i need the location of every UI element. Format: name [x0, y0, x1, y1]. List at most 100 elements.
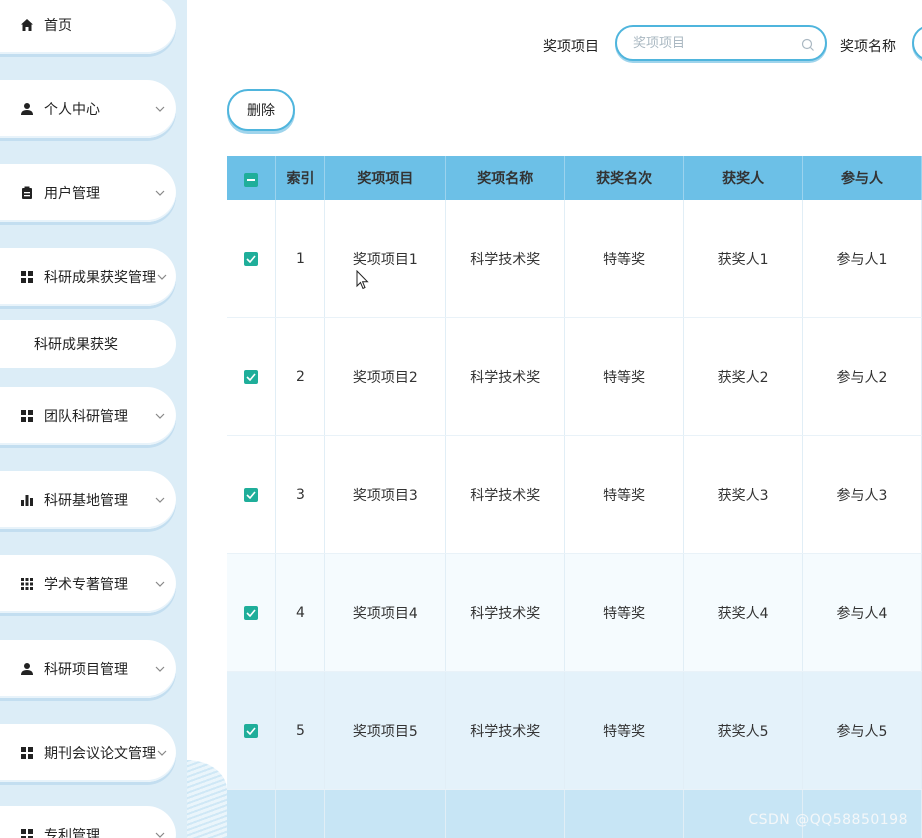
cell-project: 奖项项目1	[324, 200, 447, 318]
awards-table: 索引 奖项项目 奖项名称 获奖名次 获奖人 参与人 1 奖项项目1 科学技术奖 …	[227, 156, 922, 838]
home-icon	[20, 18, 34, 32]
table-header-row: 索引 奖项项目 奖项名称 获奖名次 获奖人 参与人	[227, 156, 922, 200]
bar-chart-icon	[20, 493, 34, 507]
cell-project: 奖项项目4	[324, 553, 447, 672]
row-checkbox[interactable]	[244, 369, 259, 384]
cell-rank: 特等奖	[564, 435, 685, 554]
cell-project: 奖项项目3	[324, 435, 447, 554]
grid-icon	[20, 746, 34, 760]
table-row[interactable]: 1 奖项项目1 科学技术奖 特等奖 获奖人1 参与人1	[227, 200, 922, 318]
search-project-input[interactable]	[631, 35, 795, 52]
cell-rank: 特等奖	[564, 317, 685, 436]
table-row[interactable]: 5 奖项项目5 科学技术奖 特等奖 获奖人5 参与人5	[227, 671, 922, 790]
row-checkbox-cell	[227, 317, 277, 436]
sidebar-item-team-research[interactable]: 团队科研管理	[0, 387, 176, 445]
column-header-name[interactable]: 奖项名称	[445, 156, 566, 200]
select-all-header	[227, 156, 277, 200]
cell-index: 5	[275, 671, 326, 790]
cell-rank: 特等奖	[564, 200, 685, 318]
delete-button[interactable]: 删除	[227, 89, 295, 131]
search-project-box	[615, 25, 827, 61]
chevron-down-icon	[154, 190, 166, 196]
cell-project: 奖项项目5	[324, 671, 447, 790]
sidebar-item-personal-center[interactable]: 个人中心	[0, 80, 176, 138]
sidebar-subitem-label: 科研成果获奖	[34, 337, 118, 353]
row-checkbox[interactable]	[244, 487, 259, 502]
cell-name: 科学技术奖	[445, 317, 566, 436]
sidebar-item-label: 科研成果获奖管理	[44, 270, 156, 286]
sidebar-item-home[interactable]: 首页	[0, 0, 176, 54]
sidebar-item-label: 学术专著管理	[44, 577, 128, 593]
cell-index: 4	[275, 553, 326, 672]
cell-project: 奖项项目2	[324, 317, 447, 436]
chevron-down-icon	[156, 274, 168, 280]
cell-participant: 参与人4	[802, 553, 922, 672]
cell-winner: 获奖人4	[683, 553, 804, 672]
sidebar-item-user-management[interactable]: 用户管理	[0, 164, 176, 222]
cell-winner: 获奖人1	[683, 200, 804, 318]
watermark: CSDN @QQ58850198	[748, 812, 908, 828]
grid-icon	[20, 270, 34, 284]
table-row[interactable]: 2 奖项项目2 科学技术奖 特等奖 获奖人2 参与人2	[227, 317, 922, 436]
cell-rank: 特等奖	[564, 671, 685, 790]
cell-name: 科学技术奖	[445, 200, 566, 318]
search-icon[interactable]	[801, 37, 815, 56]
cell-index: 3	[275, 435, 326, 554]
grid-icon	[20, 409, 34, 423]
decorative-wave	[187, 760, 227, 838]
search-label-project: 奖项项目	[543, 39, 599, 55]
cell-name: 科学技术奖	[445, 553, 566, 672]
row-checkbox-cell	[227, 671, 277, 790]
cell-name: 科学技术奖	[445, 435, 566, 554]
sidebar-item-monograph[interactable]: 学术专著管理	[0, 555, 176, 613]
chevron-down-icon	[154, 497, 166, 503]
sidebar-item-patent[interactable]: 专利管理	[0, 806, 176, 838]
chevron-down-icon	[154, 413, 166, 419]
search-name-input[interactable]	[912, 25, 922, 61]
cell-winner: 获奖人3	[683, 435, 804, 554]
sidebar-item-label: 团队科研管理	[44, 409, 128, 425]
cell-winner: 获奖人5	[683, 671, 804, 790]
table-row[interactable]: 3 奖项项目3 科学技术奖 特等奖 获奖人3 参与人3	[227, 435, 922, 554]
sidebar-item-label: 科研基地管理	[44, 493, 128, 509]
row-checkbox[interactable]	[244, 605, 259, 620]
chevron-down-icon	[154, 581, 166, 587]
apps-icon	[20, 577, 34, 591]
sidebar-item-research-base[interactable]: 科研基地管理	[0, 471, 176, 529]
column-header-winner[interactable]: 获奖人	[683, 156, 804, 200]
row-checkbox[interactable]	[244, 723, 259, 738]
column-header-project[interactable]: 奖项项目	[324, 156, 447, 200]
main-content: 奖项项目 奖项名称 删除 索引 奖项项目 奖项名称 获奖名次 获奖人	[187, 0, 922, 838]
cell-participant: 参与人2	[802, 317, 922, 436]
sidebar-item-award-management[interactable]: 科研成果获奖管理	[0, 248, 176, 306]
select-all-checkbox[interactable]	[244, 173, 259, 187]
sidebar-item-label: 期刊会议论文管理	[44, 746, 156, 762]
column-header-index[interactable]: 索引	[275, 156, 326, 200]
sidebar-item-research-project[interactable]: 科研项目管理	[0, 640, 176, 698]
column-header-rank[interactable]: 获奖名次	[564, 156, 685, 200]
chevron-down-icon	[156, 750, 168, 756]
column-header-participant[interactable]: 参与人	[802, 156, 922, 200]
mouse-cursor-icon	[356, 270, 369, 290]
sidebar-item-label: 专利管理	[44, 828, 100, 838]
person-icon	[20, 662, 34, 676]
cell-participant: 参与人1	[802, 200, 922, 318]
sidebar-item-label: 个人中心	[44, 102, 100, 118]
cell-index: 1	[275, 200, 326, 318]
sidebar-item-label: 首页	[44, 18, 72, 34]
chevron-down-icon	[154, 666, 166, 672]
sidebar-subitem-award[interactable]: 科研成果获奖	[0, 320, 176, 368]
row-checkbox[interactable]	[244, 251, 259, 266]
sidebar-item-label: 科研项目管理	[44, 662, 128, 678]
row-checkbox-cell	[227, 553, 277, 672]
search-label-name: 奖项名称	[840, 39, 896, 55]
sidebar-item-label: 用户管理	[44, 186, 100, 202]
chevron-down-icon	[154, 106, 166, 112]
cell-index: 2	[275, 317, 326, 436]
row-checkbox-cell	[227, 435, 277, 554]
clipboard-icon	[20, 186, 34, 200]
cell-winner: 获奖人2	[683, 317, 804, 436]
row-checkbox-cell	[227, 200, 277, 318]
table-row[interactable]: 4 奖项项目4 科学技术奖 特等奖 获奖人4 参与人4	[227, 553, 922, 672]
sidebar-item-journal-paper[interactable]: 期刊会议论文管理	[0, 724, 176, 782]
